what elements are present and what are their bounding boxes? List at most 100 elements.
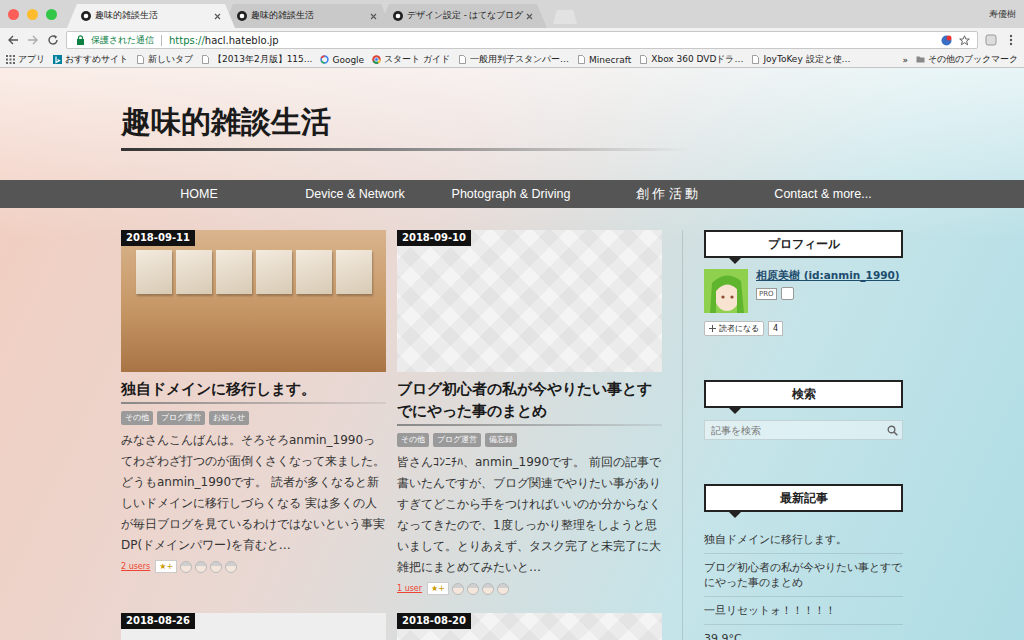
nav-item[interactable]: Device & Network (277, 180, 433, 208)
bookmark-row: 1 user ★+ (397, 582, 662, 595)
plus-icon (709, 325, 716, 332)
recent-item[interactable]: 一旦リセットォ！！！！！ (704, 597, 903, 625)
search-icon[interactable] (887, 425, 898, 436)
profile-name[interactable]: 寿優樹 (989, 8, 1024, 21)
article-card: 2018-09-10 ブログ初心者の私が今やりたい事とすでにやった事のまとめその他… (397, 230, 662, 595)
minimize-button[interactable] (27, 9, 38, 20)
date-badge: 2018-08-20 (397, 613, 471, 629)
forward-icon[interactable] (26, 33, 40, 47)
avatar-icon[interactable] (704, 269, 748, 313)
bookmark[interactable]: スタート ガイド (372, 53, 450, 66)
nav-item[interactable]: HOME (121, 180, 277, 208)
web-page: 趣味的雑談生活 HOMEDevice & NetworkPhotograph & … (0, 68, 1024, 640)
profile-heading: プロフィール (704, 230, 903, 258)
bookmark-label: Minecraft (589, 55, 631, 65)
tab-label: 趣味的雑談生活 (95, 10, 210, 22)
url-host: hacl.hateblo.jp (205, 35, 279, 46)
close-icon[interactable] (214, 13, 221, 20)
article-title[interactable]: ブログ初心者の私が今やりたい事とすでにやった事のまとめ (397, 378, 662, 422)
new-tab-button[interactable] (553, 10, 577, 24)
bookmark[interactable]: アプリ (6, 53, 45, 66)
user-avatar-icon[interactable] (210, 561, 222, 573)
user-avatar-icon[interactable] (452, 583, 464, 595)
article-title[interactable]: 独自ドメインに移行します。 (121, 378, 386, 400)
category-tag[interactable]: その他 (397, 433, 429, 447)
star-icon[interactable] (957, 33, 971, 47)
category-tag[interactable]: 備忘録 (485, 433, 517, 447)
pro-badge: PRO (756, 288, 777, 300)
add-star-button[interactable]: ★+ (155, 560, 177, 573)
user-avatar-icon[interactable] (180, 561, 192, 573)
bookmark-label: おすすめサイト (65, 53, 128, 66)
bookmark[interactable]: 新しいタブ (136, 53, 193, 66)
user-avatar-icon[interactable] (482, 583, 494, 595)
tab-strip: 趣味的雑談生活趣味的雑談生活デザイン設定 - はてなブログ寿優樹 (0, 0, 1024, 28)
user-avatar-icon[interactable] (195, 561, 207, 573)
social-icon[interactable] (781, 287, 794, 300)
close-icon[interactable] (370, 13, 377, 20)
recent-list: 独自ドメインに移行します。ブログ初心者の私が今やりたい事とすでにやった事のまとめ… (704, 526, 903, 640)
bookmark-label: スタート ガイド (384, 53, 450, 66)
subscriber-count: 4 (768, 321, 783, 336)
bookmark[interactable]: JoyToKey 設定と使… (751, 53, 850, 66)
user-avatar-icon[interactable] (225, 561, 237, 573)
url-scheme: https:// (169, 35, 205, 46)
subscribe-button[interactable]: 読者になる (704, 321, 764, 336)
profile-name-link[interactable]: 相原美樹 (id:anmin_1990) (756, 269, 900, 283)
hatena-icon (81, 11, 91, 21)
browser-tab[interactable]: 趣味的雑談生活 (223, 4, 391, 28)
title-underline (121, 148, 691, 151)
user-avatar-icon[interactable] (497, 583, 509, 595)
extension-icon[interactable] (939, 33, 953, 47)
bookmark-label: Google (332, 55, 364, 65)
nav-item[interactable]: Contact & more... (745, 180, 901, 208)
address-bar[interactable]: 保護された通信https://hacl.hateblo.jp (66, 31, 978, 49)
other-bookmarks[interactable]: その他のブックマーク (916, 53, 1018, 66)
google-icon (320, 55, 329, 64)
article-thumbnail[interactable]: 2018-08-20 (397, 613, 662, 640)
bookmark-count[interactable]: 2 users (121, 562, 150, 571)
add-star-button[interactable]: ★+ (427, 582, 449, 595)
article-thumbnail[interactable]: 2018-08-26 (121, 613, 386, 640)
nav-item[interactable]: Photograph & Driving (433, 180, 589, 208)
article-thumbnail[interactable]: 2018-09-11 (121, 230, 386, 372)
more-bookmarks-button[interactable]: » (902, 55, 908, 65)
title-rule (397, 424, 662, 426)
close-icon[interactable] (526, 13, 533, 20)
menu-icon[interactable] (1004, 33, 1018, 47)
category-tag[interactable]: ブログ運営 (157, 411, 205, 425)
close-button[interactable] (8, 9, 19, 20)
search-input[interactable] (709, 424, 887, 437)
extension-box-icon[interactable] (984, 33, 998, 47)
tag-list: その他ブログ運営お知らせ (121, 411, 386, 425)
bookmarks-overflow: » その他のブックマーク (902, 53, 1018, 66)
page-icon (458, 55, 467, 64)
browser-tab[interactable]: 趣味的雑談生活 (67, 4, 235, 28)
blog-title[interactable]: 趣味的雑談生活 (121, 104, 331, 140)
other-bookmarks-label: その他のブックマーク (928, 53, 1018, 66)
category-tag[interactable]: お知らせ (209, 411, 249, 425)
bookmark[interactable]: 一般用判子スタンパー… (458, 53, 569, 66)
category-tag[interactable]: ブログ運営 (433, 433, 481, 447)
bookmark[interactable]: おすすめサイト (53, 53, 128, 66)
recent-item[interactable]: 独自ドメインに移行します。 (704, 526, 903, 554)
article-thumbnail[interactable]: 2018-09-10 (397, 230, 662, 372)
bookmark[interactable]: Xbox 360 DVDドラ… (639, 53, 743, 66)
bookmark-count[interactable]: 1 user (397, 584, 422, 593)
zoom-button[interactable] (46, 9, 57, 20)
user-avatar-icon[interactable] (467, 583, 479, 595)
recent-item[interactable]: ブログ初心者の私が今やりたい事とすでにやった事のまとめ (704, 554, 903, 597)
bookmark[interactable]: Google (320, 55, 364, 65)
page-icon (639, 55, 648, 64)
category-tag[interactable]: その他 (121, 411, 153, 425)
bookmark[interactable]: Minecraft (577, 55, 631, 65)
recent-item[interactable]: 39.9°C (704, 625, 903, 640)
nav-item[interactable]: 創 作 活 動 (589, 180, 745, 208)
bookmark-label: アプリ (18, 53, 45, 66)
tab-list: 趣味的雑談生活趣味的雑談生活デザイン設定 - はてなブログ (67, 4, 535, 28)
bookmark[interactable]: 【2013年2月版】115... (201, 53, 312, 66)
browser-tab[interactable]: デザイン設定 - はてなブログ (379, 4, 547, 28)
sidebar: プロフィール相原美樹 (id:anmin_1990)PRO読者になる4検索最新記… (704, 230, 903, 640)
back-icon[interactable] (6, 33, 20, 47)
reload-icon[interactable] (46, 33, 60, 47)
